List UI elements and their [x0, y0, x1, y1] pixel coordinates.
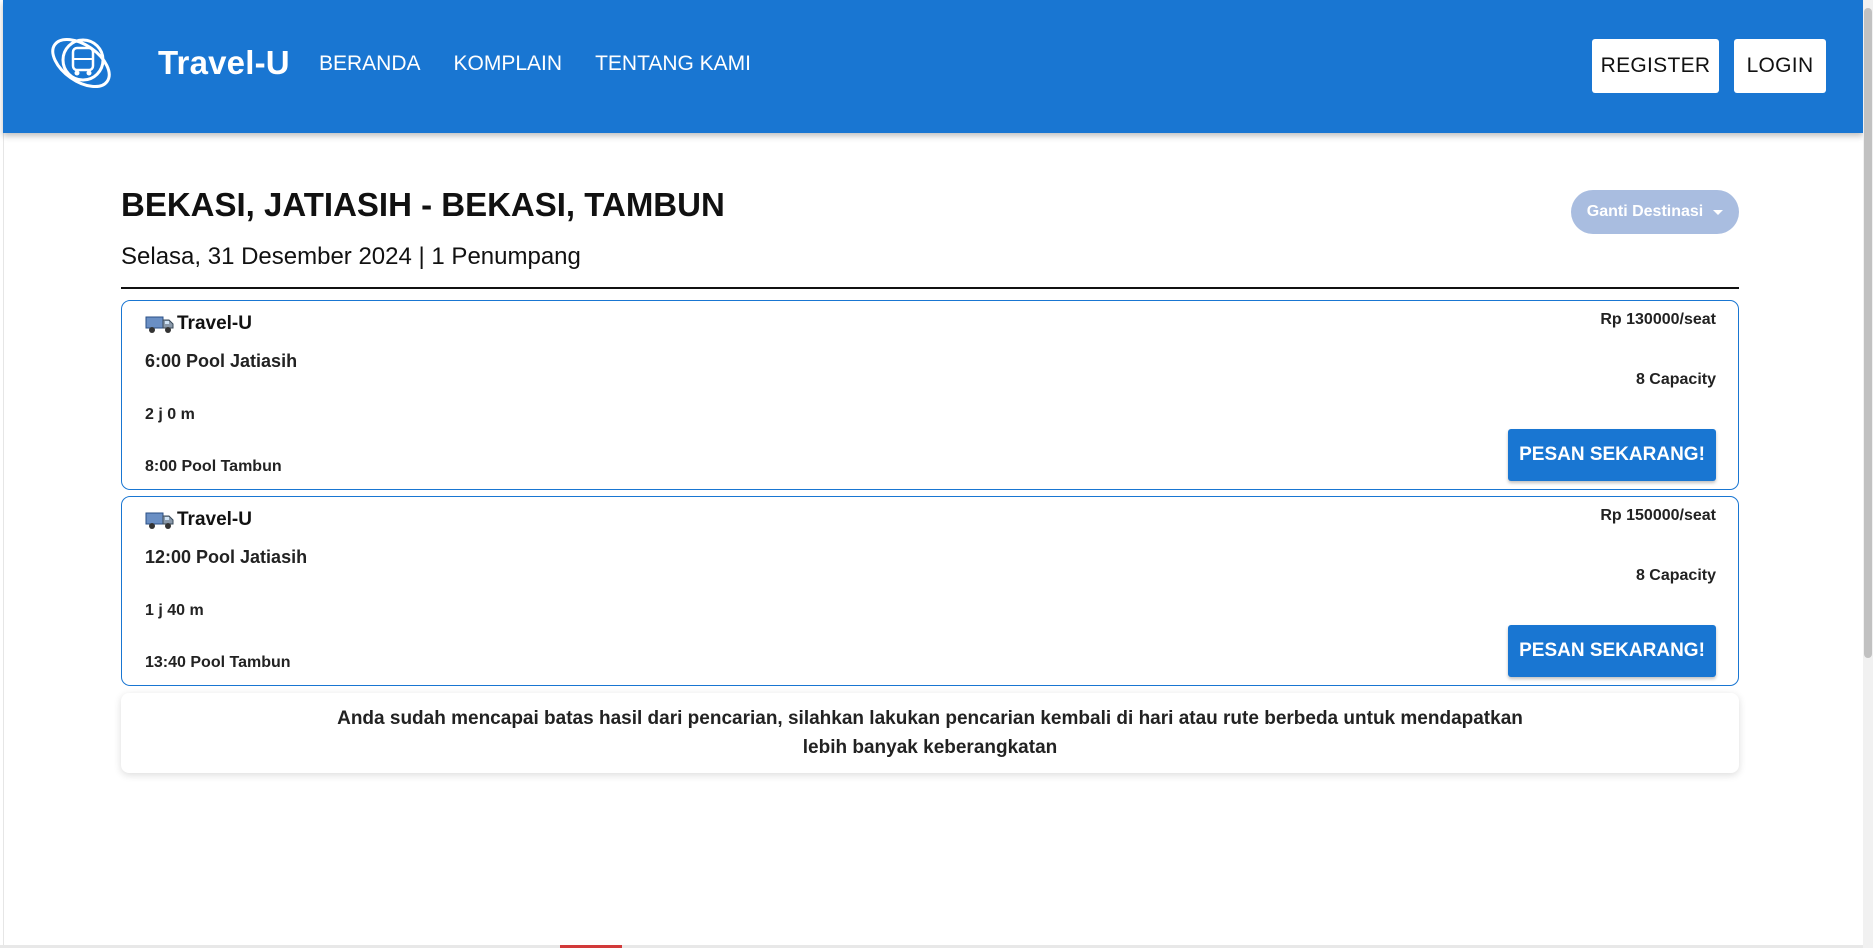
- operator: Travel-U: [145, 509, 252, 531]
- trip-date-passengers: Selasa, 31 Desember 2024 | 1 Penumpang: [121, 243, 581, 270]
- section-divider: [121, 287, 1739, 289]
- arrival: 13:40 Pool Tambun: [145, 654, 291, 671]
- departure: 6:00 Pool Jatiasih: [145, 351, 298, 371]
- brand-name[interactable]: Travel-U: [158, 44, 290, 82]
- route-title: BEKASI, JATIASIH - BEKASI, TAMBUN: [121, 186, 725, 223]
- nav-tentang-kami[interactable]: TENTANG KAMI: [595, 52, 751, 76]
- change-destination-label: Ganti Destinasi: [1586, 203, 1704, 220]
- scrollbar-thumb[interactable]: [1864, 8, 1872, 658]
- capacity: 8 Capacity: [1635, 567, 1716, 584]
- change-destination-button[interactable]: Ganti Destinasi: [1571, 190, 1739, 234]
- trip-card: Travel-U 6:00 Pool Jatiasih 2 j 0 m 8:00…: [121, 300, 1739, 490]
- vertical-scrollbar[interactable]: [1863, 0, 1873, 948]
- operator: Travel-U: [145, 313, 252, 335]
- main-nav: BERANDA KOMPLAIN TENTANG KAMI: [319, 52, 751, 76]
- departure: 12:00 Pool Jatiasih: [145, 547, 308, 567]
- duration: 1 j 40 m: [145, 602, 204, 619]
- truck-icon: [145, 512, 174, 529]
- capacity: 8 Capacity: [1635, 371, 1716, 388]
- truck-icon: [145, 316, 174, 333]
- login-button[interactable]: LOGIN: [1734, 39, 1826, 93]
- price: Rp 130000/seat: [1600, 311, 1716, 328]
- nav-beranda[interactable]: BERANDA: [319, 52, 421, 76]
- caret-down-icon: [1713, 209, 1724, 215]
- trip-card: Travel-U 12:00 Pool Jatiasih 1 j 40 m 13…: [121, 496, 1739, 686]
- search-limit-notice: Anda sudah mencapai batas hasil dari pen…: [121, 693, 1739, 773]
- price: Rp 150000/seat: [1600, 507, 1716, 524]
- operator-name: Travel-U: [177, 313, 252, 334]
- book-now-button[interactable]: PESAN SEKARANG!: [1508, 625, 1716, 677]
- notice-text: Anda sudah mencapai batas hasil dari pen…: [337, 708, 1523, 758]
- register-button[interactable]: REGISTER: [1592, 39, 1719, 93]
- book-now-button[interactable]: PESAN SEKARANG!: [1508, 429, 1716, 481]
- globe-bus-logo-icon[interactable]: [47, 28, 119, 96]
- arrival: 8:00 Pool Tambun: [145, 458, 282, 475]
- top-navbar: Travel-U BERANDA KOMPLAIN TENTANG KAMI R…: [3, 0, 1863, 133]
- duration: 2 j 0 m: [145, 406, 195, 423]
- nav-komplain[interactable]: KOMPLAIN: [454, 52, 563, 76]
- operator-name: Travel-U: [177, 509, 252, 530]
- window-left-edge: [0, 0, 4, 948]
